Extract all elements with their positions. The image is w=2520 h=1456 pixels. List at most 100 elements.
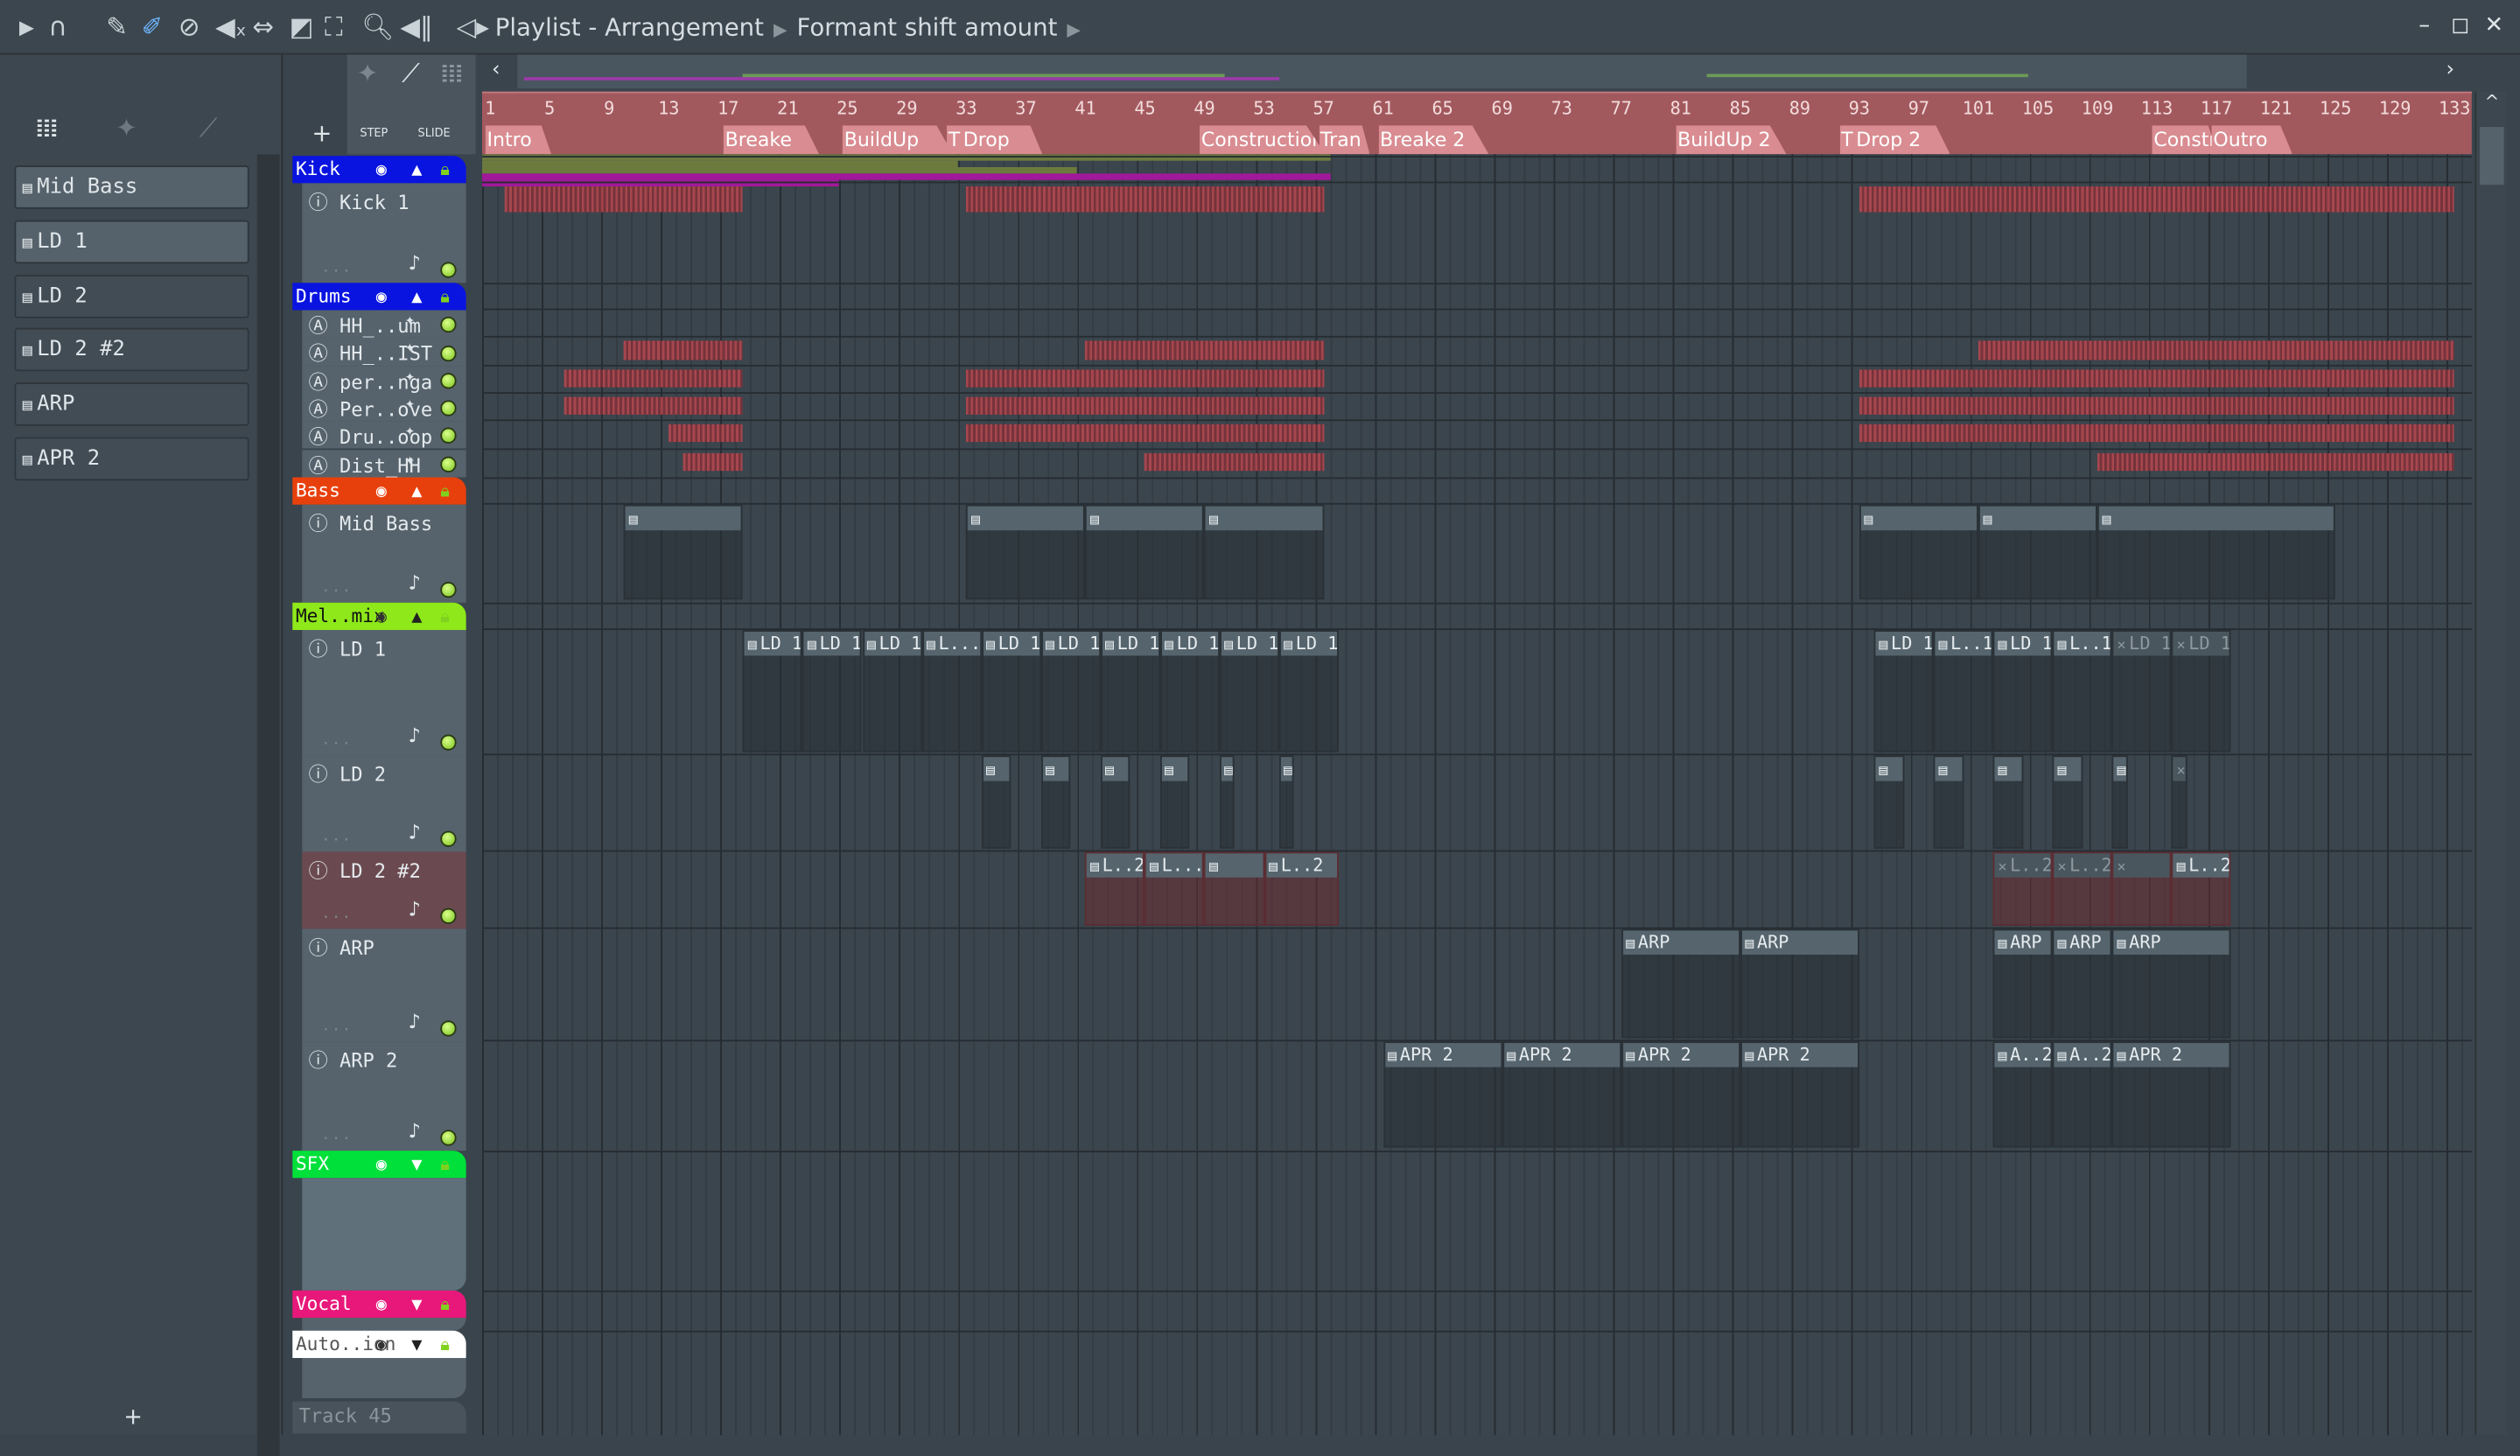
track-header[interactable]: Ⓐ HH_..IST ✦ (302, 338, 466, 367)
track-header[interactable]: ⓘ ARP... ♪ (302, 928, 466, 1041)
collapse-arrow-icon[interactable]: ▲ (411, 477, 422, 504)
collapse-arrow-icon[interactable]: ▲ (411, 283, 422, 310)
pattern-clip[interactable]: ▤ (1873, 754, 1904, 849)
pencil-icon[interactable]: ✎ (106, 12, 128, 42)
pattern-clip[interactable]: ▤ L... (1144, 851, 1205, 926)
track-group-kick[interactable]: Kick ◉ ▲ 🔒︎ (292, 156, 466, 184)
piano-icon[interactable]: 𝍖 (35, 113, 58, 144)
track-header[interactable]: ⓘ Kick 1... ♪ (302, 183, 466, 284)
pattern-clip[interactable]: ▤ LD 1 (802, 629, 863, 752)
track-group-bass[interactable]: Bass ◉ ▲ 🔒︎ (292, 477, 466, 505)
pattern-item[interactable]: ▤ LD 2 #2 (14, 328, 249, 372)
pattern-clip[interactable]: ✕ (2112, 851, 2173, 926)
pattern-clip[interactable]: ▤ (1204, 504, 1324, 599)
pattern-clip[interactable]: ▤ L..2 (1085, 851, 1145, 926)
audio-clip[interactable] (1085, 340, 1324, 360)
track-menu-icon[interactable]: ... (321, 1128, 352, 1144)
timeline-marker[interactable]: Constr (2152, 125, 2218, 155)
timeline-marker[interactable]: BuildUp 2 (1676, 125, 1787, 155)
automation-clip[interactable] (482, 160, 959, 168)
paint-brush-icon[interactable]: ✐ (142, 12, 164, 42)
track-header[interactable]: ⓘ LD 2... ♪ (302, 754, 466, 852)
automation-icon[interactable]: ⟋ (402, 58, 420, 90)
add-track-button[interactable]: + (312, 119, 332, 148)
pattern-clip[interactable]: ▤ LD 1 (862, 629, 922, 752)
collapse-arrow-icon[interactable]: ▼ (411, 1151, 422, 1178)
lock-icon[interactable]: 🔒︎ (440, 1330, 450, 1357)
audio-clip[interactable] (966, 186, 1324, 213)
audio-clip[interactable] (1858, 186, 2455, 213)
track-menu-icon[interactable]: ... (321, 906, 352, 922)
pattern-clip[interactable]: ▤ (1204, 851, 1264, 926)
collapse-arrow-icon[interactable]: ▲ (411, 602, 422, 629)
pattern-clip[interactable]: ▤ (2053, 754, 2083, 849)
lock-icon[interactable]: 🔒︎ (440, 156, 450, 183)
track-header[interactable]: Ⓐ Dist_HH ✦ (302, 449, 466, 478)
pattern-clip[interactable]: ✕ L..2 (1992, 851, 2053, 926)
pattern-clip[interactable]: ✕ LD 1 (2172, 629, 2232, 752)
minimize-button[interactable]: – (2418, 13, 2430, 38)
audio-clip[interactable] (1858, 396, 2455, 416)
audio-clip[interactable] (1858, 368, 2455, 388)
automation-clip[interactable] (482, 167, 1078, 174)
lock-icon[interactable]: 🔒︎ (440, 602, 450, 629)
pattern-clip[interactable]: ▤ LD 1 (1159, 629, 1220, 752)
pattern-clip[interactable]: ▤ (981, 754, 1012, 849)
pattern-clip[interactable]: ▤ APR 2 (1382, 1040, 1502, 1148)
automation-icon[interactable]: ⟋ (200, 113, 218, 145)
slice-icon[interactable]: ◩ (290, 12, 314, 42)
lock-icon[interactable]: 🔒︎ (440, 283, 450, 310)
track-enable-led[interactable] (440, 400, 457, 417)
pattern-clip[interactable]: ▤ LD 1 (743, 629, 803, 752)
pattern-clip[interactable]: ▤ (1085, 504, 1205, 599)
pattern-clip[interactable]: ▤ L..2 (2172, 851, 2232, 926)
pattern-clip[interactable]: ▤ (1159, 754, 1190, 849)
audio-clip[interactable] (966, 396, 1324, 416)
magnet-icon[interactable]: ∩ (48, 12, 67, 42)
track-header[interactable]: ⓘ LD 2 #2... ♪ (302, 851, 466, 929)
pattern-item[interactable]: ▤ LD 2 (14, 274, 249, 318)
track-menu-icon[interactable]: ... (321, 829, 352, 844)
scroll-left-icon[interactable]: ‹ (492, 58, 500, 82)
vertical-scrollbar[interactable]: ^ (2474, 91, 2508, 1436)
pattern-clip[interactable]: ▤ LD 1 (1873, 629, 1934, 752)
track-group-autoion[interactable]: Auto..ion ◉ ▼ 🔒︎ (292, 1330, 466, 1358)
audio-clip[interactable] (1978, 340, 2455, 360)
track-group-sfx[interactable]: SFX ◉ ▼ 🔒︎ (292, 1150, 466, 1178)
track-header[interactable]: Track 45 (292, 1401, 466, 1433)
timeline-marker[interactable]: Tran (1319, 125, 1370, 155)
pattern-item[interactable]: ▤ ARP (14, 382, 249, 427)
menu-arrow-icon[interactable]: ▶ (19, 13, 34, 42)
audio-clip[interactable] (505, 186, 744, 213)
pattern-clip[interactable]: ▤ LD 1 (981, 629, 1041, 752)
speaker-icon[interactable]: ◁▸ (457, 12, 489, 42)
pattern-clip[interactable]: ▤ ARP (2112, 928, 2232, 1039)
pattern-clip[interactable]: ▤ A..2 (1992, 1040, 2053, 1148)
pattern-clip[interactable]: ✕ L..2 (2053, 851, 2113, 926)
timeline-marker[interactable]: Outro (2211, 125, 2292, 155)
pattern-clip[interactable]: ▤ (1992, 754, 2023, 849)
pattern-clip[interactable]: ▤ L..1 (1933, 629, 1993, 752)
audio-clip[interactable] (1858, 424, 2455, 443)
timeline-marker[interactable]: Breake 2 (1378, 125, 1489, 155)
maximize-button[interactable]: ◻ (2451, 13, 2469, 38)
track-header[interactable]: ⓘ LD 1... ♪ (302, 629, 466, 755)
pattern-clip[interactable]: ▤ LD 1 (1100, 629, 1160, 752)
pattern-clip[interactable]: ▤ ARP (1620, 928, 1740, 1039)
close-button[interactable]: ✕ (2485, 13, 2504, 38)
audio-clip[interactable] (2097, 452, 2455, 471)
track-group-melmix[interactable]: Mel..mix ◉ ▲ 🔒︎ (292, 602, 466, 630)
pattern-clip[interactable]: ▤ LD 1 (1219, 629, 1279, 752)
audio-clip[interactable] (624, 340, 744, 360)
pattern-clip[interactable]: ▤ L... (921, 629, 982, 752)
track-group-vocal[interactable]: Vocal ◉ ▼ 🔒︎ (292, 1290, 466, 1318)
pattern-clip[interactable]: ▤ APR 2 (1620, 1040, 1740, 1148)
pattern-clip[interactable]: ▤ (1100, 754, 1130, 849)
track-header[interactable]: Ⓐ Dru..oop ✦ (302, 421, 466, 450)
add-pattern-button[interactable]: + (123, 1404, 143, 1430)
pattern-clip[interactable]: ▤ (1858, 504, 1978, 599)
pattern-item[interactable]: ▤ Mid Bass (14, 165, 249, 209)
lock-icon[interactable]: 🔒︎ (440, 1290, 450, 1317)
pattern-clip[interactable]: ▤ (1219, 754, 1235, 849)
track-enable-led[interactable] (440, 1129, 457, 1146)
